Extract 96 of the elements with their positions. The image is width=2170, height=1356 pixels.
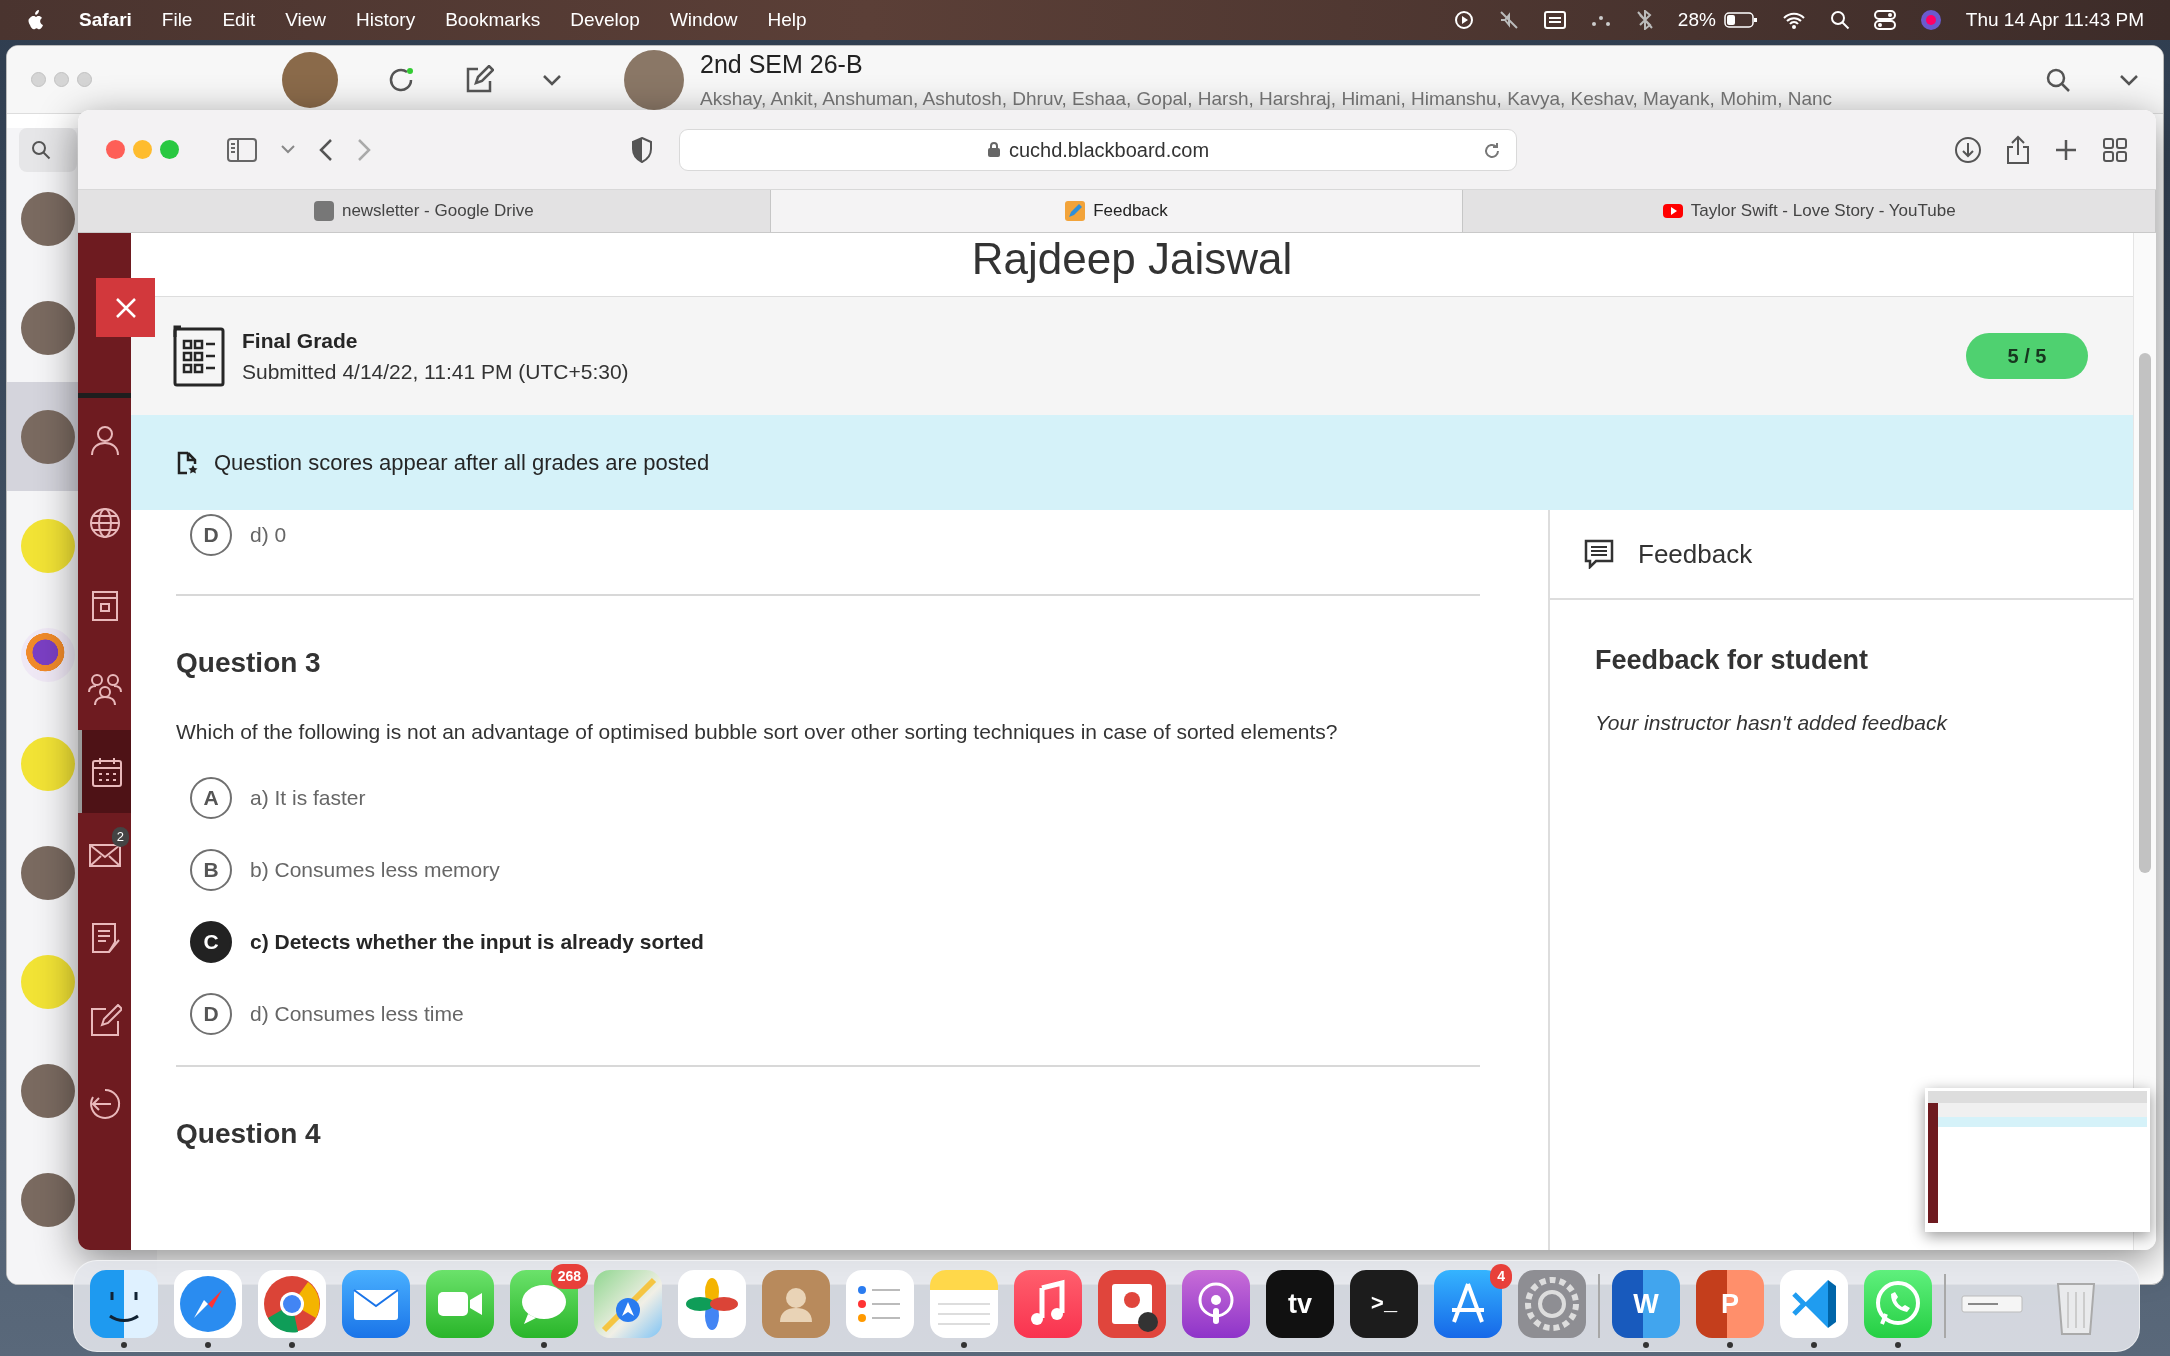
menu-clock[interactable]: Thu 14 Apr 11:43 PM — [1965, 5, 2144, 35]
search-icon[interactable] — [1829, 10, 1850, 30]
flower-icon[interactable] — [678, 1270, 746, 1338]
option-marker: D — [190, 514, 232, 556]
chat-item[interactable] — [7, 382, 79, 491]
document-star-icon — [176, 450, 198, 475]
scrollbar-thumb[interactable] — [2139, 353, 2151, 873]
option-text: c) Detects whether the input is already sorted — [250, 929, 704, 956]
menu-item[interactable]: Develop — [555, 5, 655, 35]
search-field[interactable] — [19, 128, 77, 172]
option-text: b) Consumes less memory — [250, 857, 500, 884]
feedback-heading: Feedback for student — [1595, 644, 1870, 677]
question-text: Which of the following is not an advantage of optimised bubble sort over other sorting techniques in case of sorted elements? — [176, 718, 1339, 745]
menu-item[interactable]: Help — [752, 5, 822, 35]
option-marker: C — [190, 921, 232, 964]
music-note-icon[interactable] — [1014, 1270, 1082, 1338]
browser-tab[interactable]: Taylor Swift - Love Story - YouTube — [1463, 190, 2156, 232]
option-text: d) 0 — [250, 522, 287, 549]
globe-icon — [87, 505, 122, 540]
chevron-down-icon[interactable] — [281, 145, 295, 154]
reload-icon[interactable] — [1482, 140, 1502, 161]
chat-members: Akshay, Ankit, Anshuman, Ashutosh, Dhruv, Eshaa, Gopal, Harsh, Harshraj, Himani, Himanshu, Kavya, Keshav, Mayank, Mohim, Nanc — [700, 87, 1833, 111]
close-icon — [114, 296, 137, 319]
favicon-icon — [313, 201, 334, 221]
grid-icon[interactable] — [2102, 136, 2128, 163]
close-button[interactable] — [96, 278, 155, 337]
grade-label: Final Grade — [242, 327, 359, 354]
option-text: d) Consumes less time — [250, 1001, 464, 1028]
sidebar-icon[interactable] — [227, 137, 257, 162]
shield-icon[interactable] — [631, 136, 653, 163]
podcast-icon[interactable] — [1182, 1270, 1250, 1338]
ring-icon[interactable] — [258, 1270, 326, 1338]
terminal-icon[interactable]: >_ — [1350, 1270, 1418, 1338]
muted-icon[interactable] — [1497, 10, 1520, 30]
menu-item[interactable]: View — [270, 5, 342, 35]
browser-tab[interactable]: newsletter - Google Drive — [78, 190, 771, 232]
exit-icon — [87, 1086, 122, 1121]
option-marker: D — [190, 993, 232, 1036]
menu-item[interactable]: Edit — [207, 5, 271, 35]
face-icon[interactable] — [90, 1270, 158, 1338]
plus-icon[interactable] — [2054, 137, 2078, 162]
bluetooth-off-icon[interactable] — [1635, 10, 1654, 30]
menu-item[interactable]: File — [146, 5, 208, 35]
battery-icon[interactable] — [1723, 11, 1758, 29]
option-text: a) It is faster — [250, 785, 366, 812]
app-menu[interactable]: Safari — [64, 5, 147, 35]
option-marker: A — [190, 777, 232, 820]
nav-item[interactable] — [78, 730, 131, 813]
score-pill[interactable]: 5 / 5 — [1966, 333, 2088, 379]
search-icon — [31, 140, 51, 160]
video-camera-icon[interactable] — [426, 1270, 494, 1338]
submission-date: Submitted 4/14/22, 11:41 PM (UTC+5:30) — [242, 359, 629, 385]
chevron-down-icon[interactable] — [542, 73, 562, 86]
chat-title: 2nd SEM 26-B — [700, 48, 864, 80]
question-title: Question 3 — [176, 646, 322, 680]
compass-icon[interactable] — [174, 1270, 242, 1338]
apple-icon — [26, 9, 46, 31]
code-icon[interactable] — [1780, 1270, 1848, 1338]
browser-tab[interactable]: Feedback — [770, 190, 1464, 232]
play-icon — [1662, 201, 1683, 221]
play-icon[interactable] — [1453, 10, 1474, 30]
search-icon[interactable] — [2045, 66, 2071, 93]
lock-icon — [986, 141, 1001, 158]
comment-icon — [1584, 539, 1614, 569]
wifi-icon[interactable] — [1781, 11, 1806, 29]
screenshot-thumbnail[interactable] — [1925, 1088, 2150, 1232]
notification-badge: 268 — [550, 1264, 588, 1289]
nav-item[interactable]: 2 — [78, 813, 131, 896]
notification-badge: 4 — [1490, 1264, 1512, 1289]
feedback-text: Your instructor hasn't added feedback — [1595, 709, 1949, 736]
pencil-icon — [1065, 201, 1086, 221]
caption-icon[interactable] — [1543, 11, 1566, 29]
address-bar[interactable]: cuchd.blackboard.com — [679, 128, 1517, 171]
menu-item[interactable]: Window — [654, 5, 753, 35]
chevron-down-icon[interactable] — [2119, 73, 2139, 86]
option-marker: B — [190, 849, 232, 892]
map-icon[interactable] — [594, 1270, 662, 1338]
menu-item[interactable]: Bookmarks — [430, 5, 556, 35]
panel-title: Feedback — [1638, 537, 1753, 571]
window-control[interactable] — [106, 140, 125, 159]
share-icon[interactable] — [2006, 134, 2030, 165]
toggles-icon[interactable] — [1873, 10, 1896, 30]
menu-item[interactable]: History — [341, 5, 431, 35]
tv-icon[interactable]: tv — [1266, 1270, 1334, 1338]
download-icon[interactable] — [1954, 135, 1982, 164]
back-icon[interactable] — [319, 137, 333, 162]
battery-percentage: 28% — [1677, 7, 1716, 32]
envelope-icon[interactable] — [342, 1270, 410, 1338]
list-icon[interactable] — [846, 1270, 914, 1338]
compose-icon[interactable] — [464, 64, 494, 95]
notification-badge: 2 — [111, 827, 129, 847]
people-icon — [87, 671, 122, 706]
orb-icon[interactable] — [1919, 9, 1942, 31]
photo-icon[interactable] — [1098, 1270, 1166, 1338]
notice-text: Question scores appear after all grades are posted — [214, 449, 710, 477]
question-title: Question 4 — [176, 1117, 322, 1151]
